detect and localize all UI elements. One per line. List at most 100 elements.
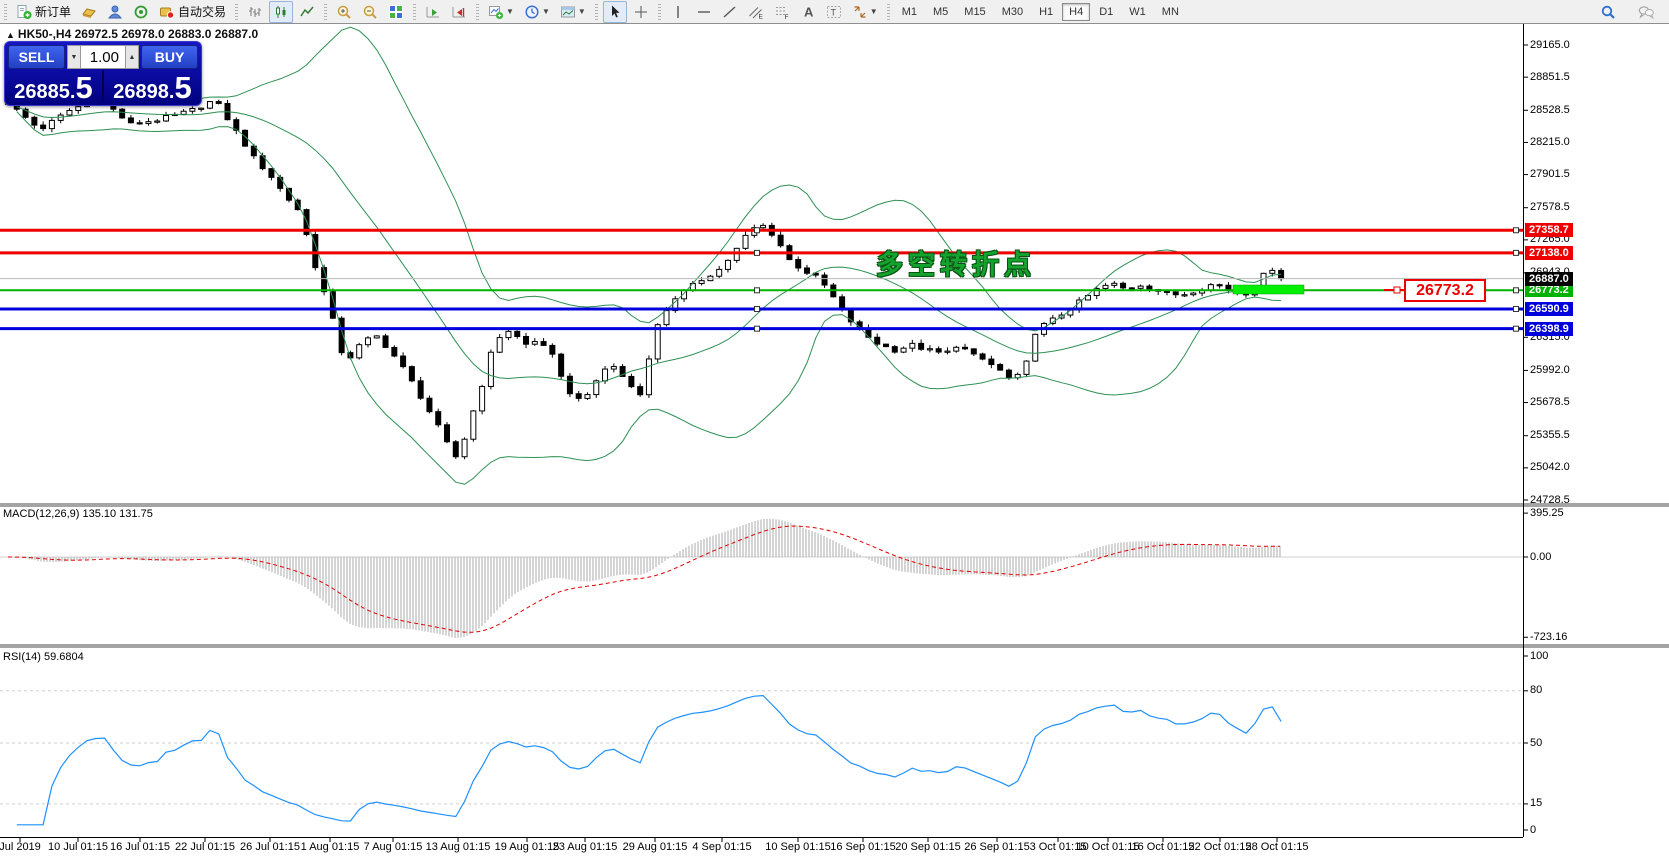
new-order-button[interactable]: 新订单 bbox=[12, 1, 75, 23]
price-tag-label[interactable]: 26773.2 bbox=[1404, 279, 1486, 302]
buy-button[interactable]: BUY bbox=[141, 45, 198, 69]
price-tick-label: 28528.5 bbox=[1530, 103, 1570, 116]
date-tick-label: 4 Sep 01:15 bbox=[692, 841, 752, 853]
line-handle bbox=[754, 325, 760, 332]
crosshair-tool-button[interactable] bbox=[629, 1, 653, 23]
chevron-down-icon: ▼ bbox=[541, 7, 550, 16]
svg-text:F: F bbox=[784, 14, 788, 20]
price-tick-label: 25042.0 bbox=[1530, 461, 1570, 474]
rsi-tick-label: 80 bbox=[1530, 684, 1543, 697]
chevron-down-icon: ▼ bbox=[869, 7, 878, 16]
candlestick-chart-button[interactable] bbox=[269, 0, 294, 23]
new-chart-button[interactable]: ▼ bbox=[484, 1, 518, 23]
timeframe-m5-button[interactable]: M5 bbox=[926, 3, 955, 21]
macd-indicator-label: MACD(12,26,9) 135.10 131.75 bbox=[3, 508, 153, 520]
new-order-icon bbox=[16, 4, 32, 20]
price-tick-label: 29165.0 bbox=[1530, 38, 1570, 51]
price-tag-handle bbox=[1393, 286, 1401, 294]
price-tick-label: 25355.5 bbox=[1530, 429, 1570, 442]
timeframe-d1-button[interactable]: D1 bbox=[1092, 3, 1120, 21]
price-line-label: 26398.9 bbox=[1525, 321, 1573, 336]
timeframe-w1-button[interactable]: W1 bbox=[1122, 3, 1153, 21]
chevron-down-icon: ▼ bbox=[577, 7, 586, 16]
line-handle bbox=[1513, 249, 1519, 256]
chart-title: ▲ HK50-,H4 26972.5 26978.0 26883.0 26887.… bbox=[6, 27, 259, 41]
timeframe-m15-button[interactable]: M15 bbox=[957, 3, 992, 21]
chart-shift-button[interactable] bbox=[447, 1, 471, 23]
templates-button[interactable]: ▼ bbox=[556, 1, 590, 23]
rsi-tick-label: 100 bbox=[1530, 649, 1549, 662]
trendline-tool-button[interactable] bbox=[718, 1, 742, 23]
horizontal-price-lines bbox=[0, 227, 1523, 332]
sell-button[interactable]: SELL bbox=[8, 45, 65, 69]
line-handle bbox=[754, 305, 760, 312]
volume-decrease-button[interactable]: ▼ bbox=[67, 45, 81, 69]
autotrade-icon bbox=[159, 4, 175, 20]
date-tick-label: 28 Oct 01:15 bbox=[1245, 841, 1309, 853]
rsi-indicator-label: RSI(14) 59.6804 bbox=[3, 651, 84, 663]
collapse-triangle-icon: ▲ bbox=[6, 30, 15, 40]
highlight-rectangle[interactable] bbox=[1232, 284, 1305, 295]
signal-icon bbox=[133, 4, 149, 20]
tile-windows-icon bbox=[388, 4, 404, 20]
price-line-label: 27358.7 bbox=[1525, 223, 1573, 238]
text-tool-button[interactable]: A bbox=[796, 1, 820, 23]
timeframe-m30-button[interactable]: M30 bbox=[995, 3, 1030, 21]
sell-price: 26885.5 bbox=[14, 70, 93, 105]
autoscroll-button[interactable] bbox=[421, 1, 445, 23]
timeframe-h4-button[interactable]: H4 bbox=[1062, 2, 1091, 21]
line-handle bbox=[754, 227, 760, 234]
toolbar-grip bbox=[476, 3, 480, 20]
chevron-down-icon: ▼ bbox=[506, 7, 514, 16]
macd-tick-label: 0.00 bbox=[1530, 550, 1552, 563]
chat-button[interactable] bbox=[1634, 1, 1658, 23]
price-tick-label: 28851.5 bbox=[1530, 70, 1570, 83]
toolbar-grip bbox=[657, 3, 661, 20]
market-button[interactable] bbox=[77, 1, 101, 23]
zoom-out-button[interactable] bbox=[358, 1, 382, 23]
autotrading-button[interactable]: 自动交易 bbox=[155, 1, 230, 23]
autoscroll-icon bbox=[425, 4, 441, 20]
price-tick-label: 28215.0 bbox=[1530, 135, 1570, 148]
search-button[interactable] bbox=[1596, 1, 1620, 23]
template-icon bbox=[560, 4, 576, 20]
timeframe-h1-button[interactable]: H1 bbox=[1032, 3, 1060, 21]
horizontal-line-tool-button[interactable] bbox=[692, 1, 716, 23]
bar-chart-button[interactable] bbox=[243, 1, 267, 23]
vline-icon bbox=[670, 4, 686, 20]
arrows-icon bbox=[852, 4, 868, 20]
profiles-button[interactable] bbox=[103, 1, 127, 23]
main-chart-canvas[interactable] bbox=[0, 0, 1669, 858]
buy-price: 26898.5 bbox=[113, 70, 192, 105]
svg-text:T: T bbox=[830, 7, 836, 17]
channel-tool-button[interactable]: E bbox=[744, 1, 768, 23]
periods-button[interactable]: ▼ bbox=[520, 1, 554, 23]
top-toolbar: 新订单 自动交易 ▼ ▼ ▼ E F A T ▼ M1 M5 M15 M30 H1 H4 D1 W1 MN bbox=[0, 0, 1669, 24]
timeframe-m1-button[interactable]: M1 bbox=[895, 3, 924, 21]
rsi-tick-label: 15 bbox=[1530, 797, 1543, 810]
zoom-out-icon bbox=[362, 4, 378, 20]
line-chart-button[interactable] bbox=[295, 1, 319, 23]
tile-windows-button[interactable] bbox=[384, 1, 408, 23]
zoom-in-button[interactable] bbox=[332, 1, 356, 23]
new-chart-icon bbox=[488, 4, 504, 20]
volume-increase-button[interactable]: ▲ bbox=[125, 45, 139, 69]
chart-annotation-text[interactable]: 多空转折点 bbox=[876, 243, 1036, 282]
price-line-label: 26590.9 bbox=[1525, 301, 1573, 316]
volume-input[interactable]: 1.00 bbox=[81, 45, 125, 69]
vertical-line-tool-button[interactable] bbox=[666, 1, 690, 23]
label-tool-button[interactable]: T bbox=[822, 1, 846, 23]
price-line-label: 27138.0 bbox=[1525, 245, 1573, 260]
fibonacci-tool-button[interactable]: F bbox=[770, 1, 794, 23]
rsi-tick-label: 50 bbox=[1530, 736, 1543, 749]
price-tick-label: 27901.5 bbox=[1530, 168, 1570, 181]
current-price-label: 26887.0 bbox=[1525, 271, 1573, 286]
arrows-tool-button[interactable]: ▼ bbox=[848, 1, 882, 23]
timeframe-mn-button[interactable]: MN bbox=[1155, 3, 1186, 21]
cursor-tool-button[interactable] bbox=[602, 0, 627, 23]
line-handle bbox=[1513, 325, 1519, 332]
one-click-trading-panel: SELL ▼ 1.00 ▲ BUY 26885.5 26898.5 bbox=[4, 41, 202, 106]
signals-button[interactable] bbox=[129, 1, 153, 23]
rsi-line bbox=[16, 694, 1282, 826]
toolbar-grip bbox=[324, 3, 328, 20]
